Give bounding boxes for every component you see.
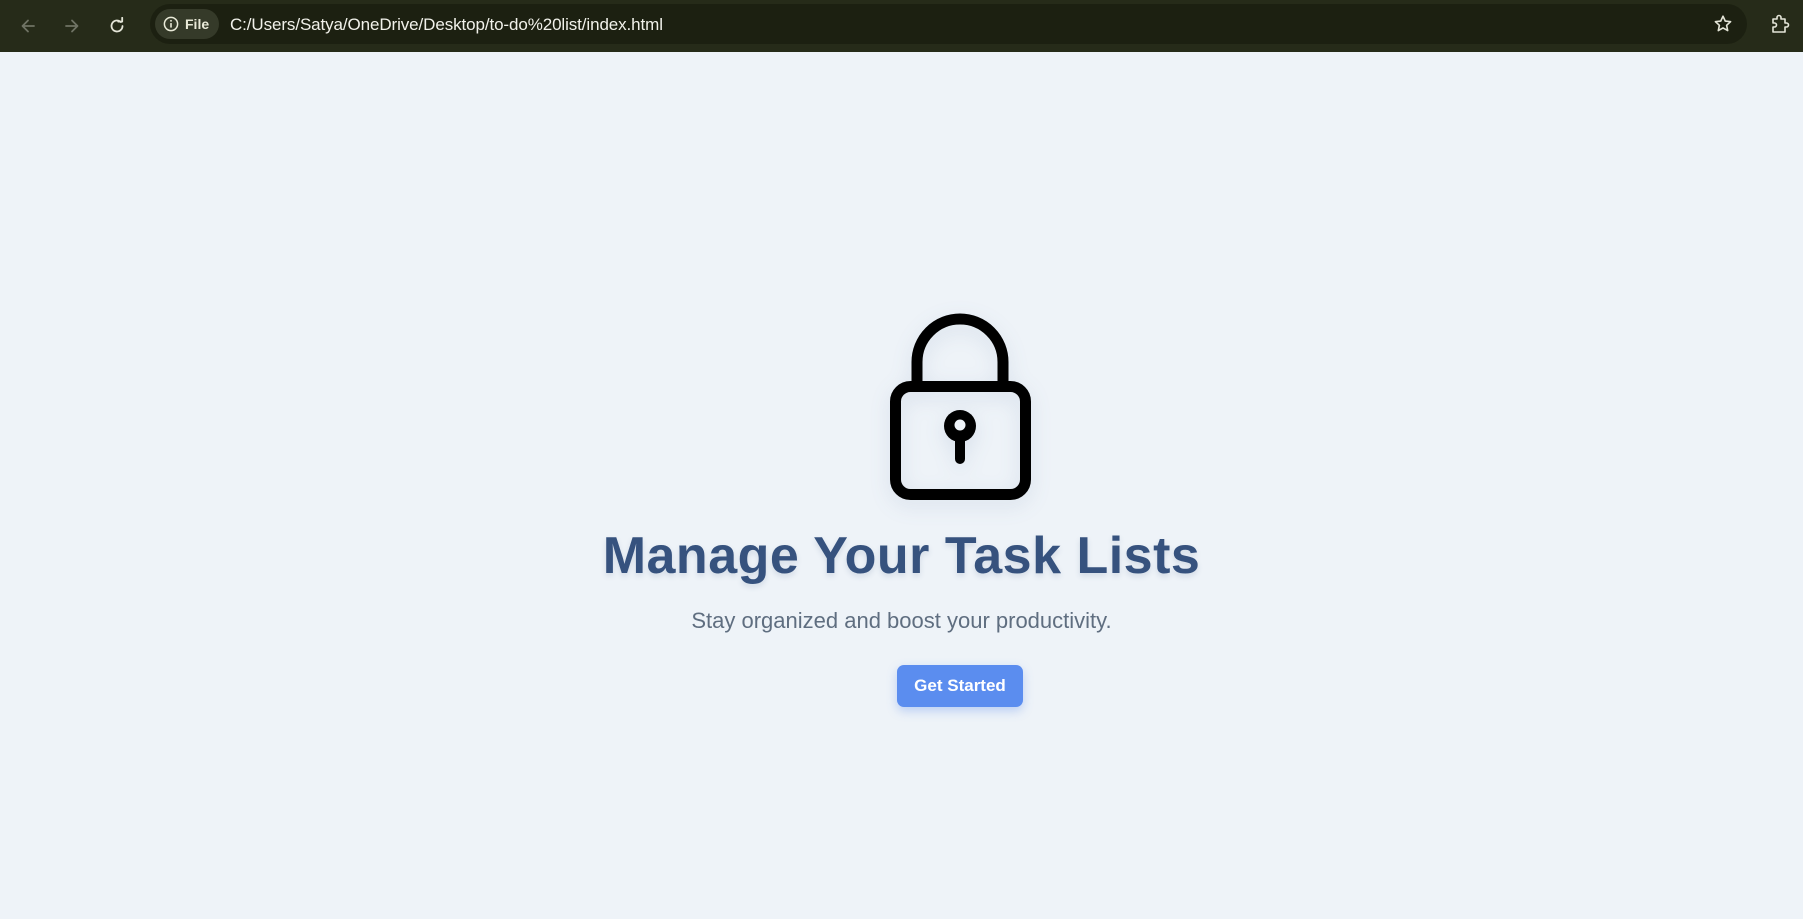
puzzle-icon <box>1772 14 1790 33</box>
site-info-chip[interactable]: File <box>155 9 220 39</box>
landing-page: Manage Your Task Lists Stay organized an… <box>0 52 1803 919</box>
reload-button[interactable] <box>101 10 133 42</box>
page-title: Manage Your Task Lists <box>602 527 1201 585</box>
reload-icon <box>110 17 124 33</box>
get-started-button[interactable]: Get Started <box>897 665 1023 707</box>
page-subtitle: Stay organized and boost your productivi… <box>691 608 1112 633</box>
site-chip-label: File <box>185 16 210 32</box>
forward-button[interactable] <box>56 10 88 42</box>
url-text[interactable]: C:/Users/Satya/OneDrive/Desktop/to-do%20… <box>230 15 663 35</box>
extensions-button[interactable] <box>1766 10 1794 38</box>
address-bar[interactable]: File C:/Users/Satya/OneDrive/Desktop/to-… <box>150 4 1747 44</box>
info-icon <box>163 16 179 32</box>
back-button[interactable] <box>12 10 44 42</box>
bookmark-button[interactable] <box>1711 12 1735 36</box>
arrow-right-icon <box>65 19 79 33</box>
star-icon <box>1714 15 1732 32</box>
hero-icon-wrapper <box>880 304 1040 504</box>
lock-icon <box>890 313 1031 500</box>
browser-toolbar: File C:/Users/Satya/OneDrive/Desktop/to-… <box>0 0 1803 52</box>
arrow-left-icon <box>21 19 35 33</box>
